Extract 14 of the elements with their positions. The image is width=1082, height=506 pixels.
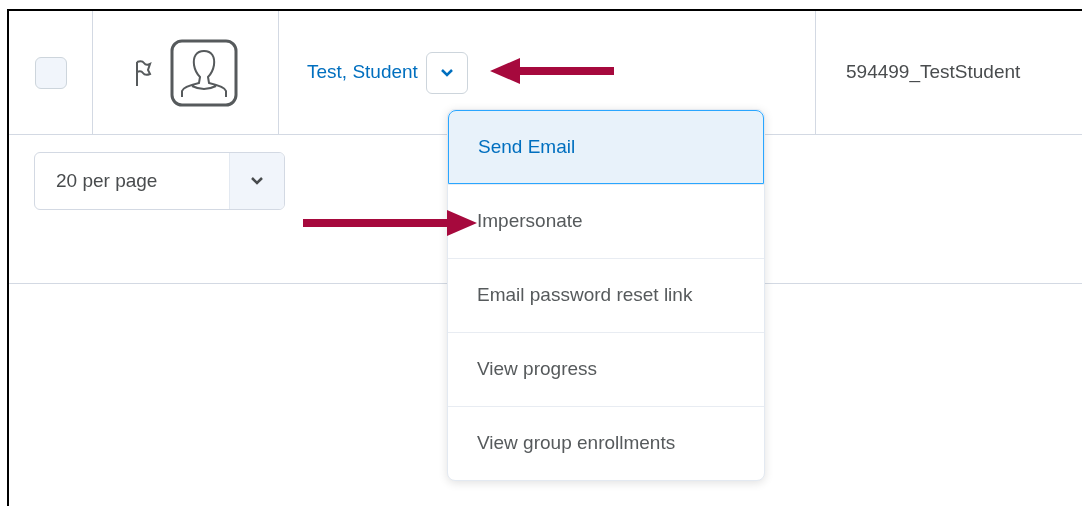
flag-icon[interactable] [133, 57, 152, 88]
menu-item[interactable]: View group enrollments [448, 406, 764, 480]
chevron-down-icon [250, 176, 264, 186]
user-avatar-icon [169, 38, 238, 107]
page-size-select[interactable]: 20 per page [34, 152, 285, 210]
username-text: 594499_TestStudent [846, 60, 1021, 85]
student-name-link[interactable]: Test, Student [307, 58, 418, 87]
chevron-down-icon [439, 67, 454, 78]
context-menu-button[interactable] [425, 51, 468, 94]
menu-item[interactable]: Email password reset link [448, 258, 764, 332]
menu-item[interactable]: Send Email [448, 110, 764, 184]
row-checkbox[interactable] [34, 56, 67, 89]
page-size-value: 20 per page [55, 168, 159, 193]
menu-item[interactable]: View progress [448, 332, 764, 406]
